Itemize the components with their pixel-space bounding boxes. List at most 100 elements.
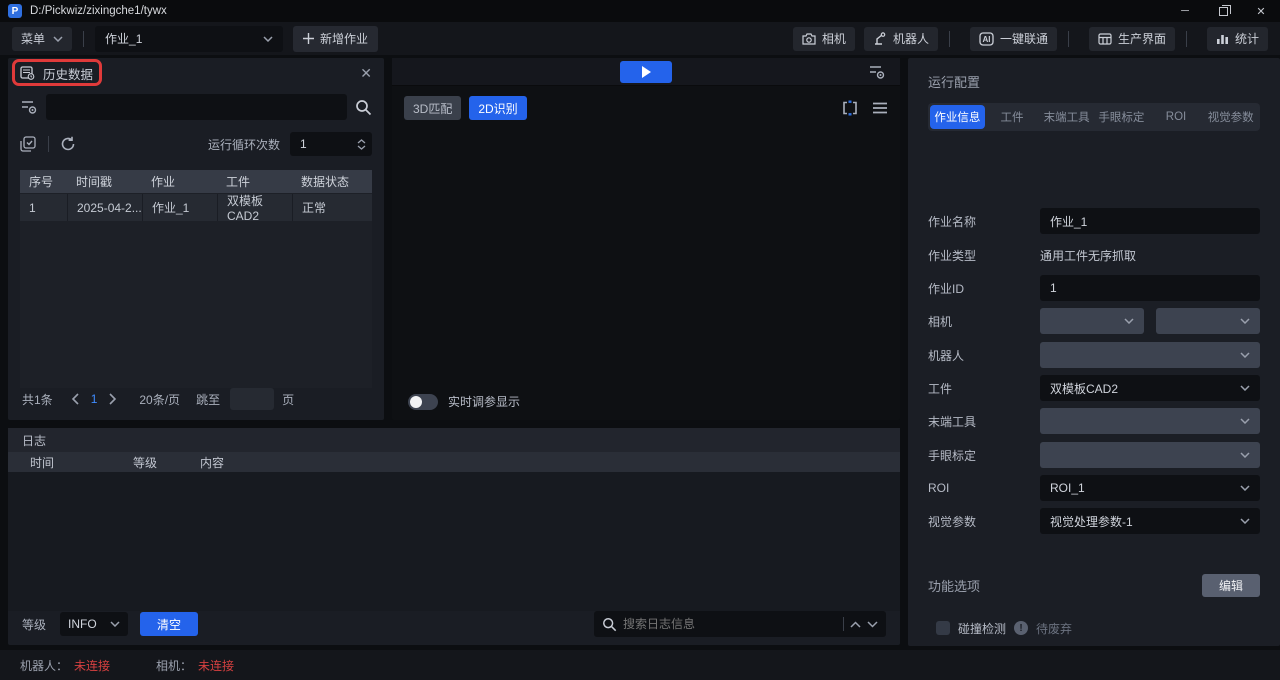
filter-settings-icon[interactable] [868,64,886,80]
robot-label: 机器人 [928,347,1040,364]
loop-count-stepper[interactable] [290,132,372,156]
history-table: 序号 时间戳 作业 工件 数据状态 1 2025-04-2... 作业_1 双模… [20,170,372,388]
minimize-button[interactable]: ─ [1166,0,1204,22]
robot-select[interactable] [1040,342,1260,368]
one-key-connect-button[interactable]: AI 一键联通 [970,27,1057,51]
production-ui-button[interactable]: 生产界面 [1089,27,1175,51]
ai-icon: AI [979,32,994,46]
job-select-value: 作业_1 [105,30,142,47]
plus-icon [303,33,314,44]
prev-page-icon[interactable] [71,393,79,405]
add-job-button[interactable]: 新增作业 [293,26,378,52]
robot-status-label: 机器人： [20,657,68,674]
camera-label: 相机 [928,313,1040,330]
app-logo-icon: P [8,4,22,18]
log-col-content: 内容 [200,454,900,471]
cell-workpiece: 双模板CAD2 [217,194,292,221]
refresh-icon[interactable] [60,136,76,152]
clear-log-button[interactable]: 清空 [140,612,198,636]
tab-job-info[interactable]: 作业信息 [930,105,985,129]
log-col-time: 时间 [8,454,133,471]
realtime-param-toggle[interactable] [408,394,438,410]
search-next-icon[interactable] [867,621,878,628]
cell-timestamp: 2025-04-2... [67,194,142,221]
col-header-index: 序号 [20,170,67,193]
roi-select[interactable]: ROI_1 [1040,475,1260,501]
log-col-level: 等级 [133,454,200,471]
divider [1068,31,1069,47]
workpiece-select-value: 双模板CAD2 [1050,380,1118,397]
camera-button[interactable]: 相机 [793,27,855,51]
tab-end-tool[interactable]: 末端工具 [1039,105,1094,129]
hand-eye-select[interactable] [1040,442,1260,468]
viewport-toolbar [392,58,900,86]
close-icon[interactable]: ✕ [360,65,372,82]
collision-check-1-checkbox[interactable] [936,621,950,635]
step-down-icon[interactable] [357,145,366,150]
mode-2d-recognition-button[interactable]: 2D识别 [469,96,526,120]
search-prev-icon[interactable] [850,621,861,628]
tab-vision-params[interactable]: 视觉参数 [1203,105,1258,129]
chevron-down-icon [1240,518,1250,524]
close-button[interactable]: ✕ [1242,0,1280,22]
current-page[interactable]: 1 [91,392,98,406]
log-level-select[interactable]: INFO [60,612,128,636]
log-body [8,472,900,611]
run-button[interactable] [620,61,672,83]
divider [48,136,49,152]
log-search-input[interactable] [623,617,837,631]
tab-hand-eye-calibration[interactable]: 手眼标定 [1094,105,1149,129]
chevron-down-icon [53,36,63,42]
next-page-icon[interactable] [109,393,117,405]
menu-dropdown-button[interactable]: 菜单 [12,27,72,51]
cell-status: 正常 [292,194,372,221]
restore-button[interactable] [1204,0,1242,22]
tab-roi[interactable]: ROI [1149,105,1204,129]
vision-params-select[interactable]: 视觉处理参数-1 [1040,508,1260,534]
camera-icon [802,33,816,45]
vision-params-label: 视觉参数 [928,513,1040,530]
workpiece-select[interactable]: 双模板CAD2 [1040,375,1260,401]
loop-count-input[interactable] [290,137,340,151]
robot-button[interactable]: 机器人 [864,27,938,51]
chevron-down-icon [1240,418,1250,424]
search-icon[interactable] [355,99,372,116]
job-name-input[interactable] [1040,208,1260,234]
job-id-label: 作业ID [928,280,1040,297]
run-config-panel: 运行配置 作业信息 工件 末端工具 手眼标定 ROI 视觉参数 作业名称 作业类… [908,58,1280,646]
history-panel: 历史数据 ✕ 运行循环次数 序号 时间戳 [8,58,384,420]
job-select[interactable]: 作业_1 [95,26,283,52]
history-search-input[interactable] [46,94,347,120]
step-up-icon[interactable] [357,139,366,144]
stats-icon [1216,33,1229,45]
mode-3d-match-button[interactable]: 3D匹配 [404,96,461,120]
chevron-down-icon [1124,318,1134,324]
camera-button-label: 相机 [822,30,846,47]
camera-select-2[interactable] [1156,308,1260,334]
hand-eye-label: 手眼标定 [928,447,1040,464]
end-tool-select[interactable] [1040,408,1260,434]
log-search-box[interactable] [594,611,886,637]
col-header-status: 数据状态 [292,170,372,193]
job-id-input[interactable] [1040,275,1260,301]
edit-button[interactable]: 编辑 [1202,574,1260,597]
batch-select-icon[interactable] [20,136,37,152]
statistics-button[interactable]: 统计 [1207,27,1268,51]
camera-select-1[interactable] [1040,308,1144,334]
add-job-label: 新增作业 [320,30,368,47]
menu-lines-icon[interactable] [872,102,888,114]
log-level-value: INFO [68,617,97,631]
function-options-title: 功能选项 [928,576,980,595]
table-row[interactable]: 1 2025-04-2... 作业_1 双模板CAD2 正常 [20,194,372,221]
jump-page-input[interactable] [230,388,274,410]
workpiece-label: 工件 [928,380,1040,397]
tab-workpiece[interactable]: 工件 [985,105,1040,129]
filter-settings-icon[interactable] [20,99,38,115]
split-view-icon[interactable] [842,100,858,116]
loop-count-label: 运行循环次数 [208,136,280,153]
status-bar: 机器人： 未连接 相机： 未连接 [0,650,1280,680]
warning-icon[interactable]: ! [1014,621,1028,635]
job-type-value: 通用工件无序抓取 [1040,247,1136,264]
play-icon [642,66,651,78]
log-table-header: 时间 等级 内容 [8,452,900,472]
